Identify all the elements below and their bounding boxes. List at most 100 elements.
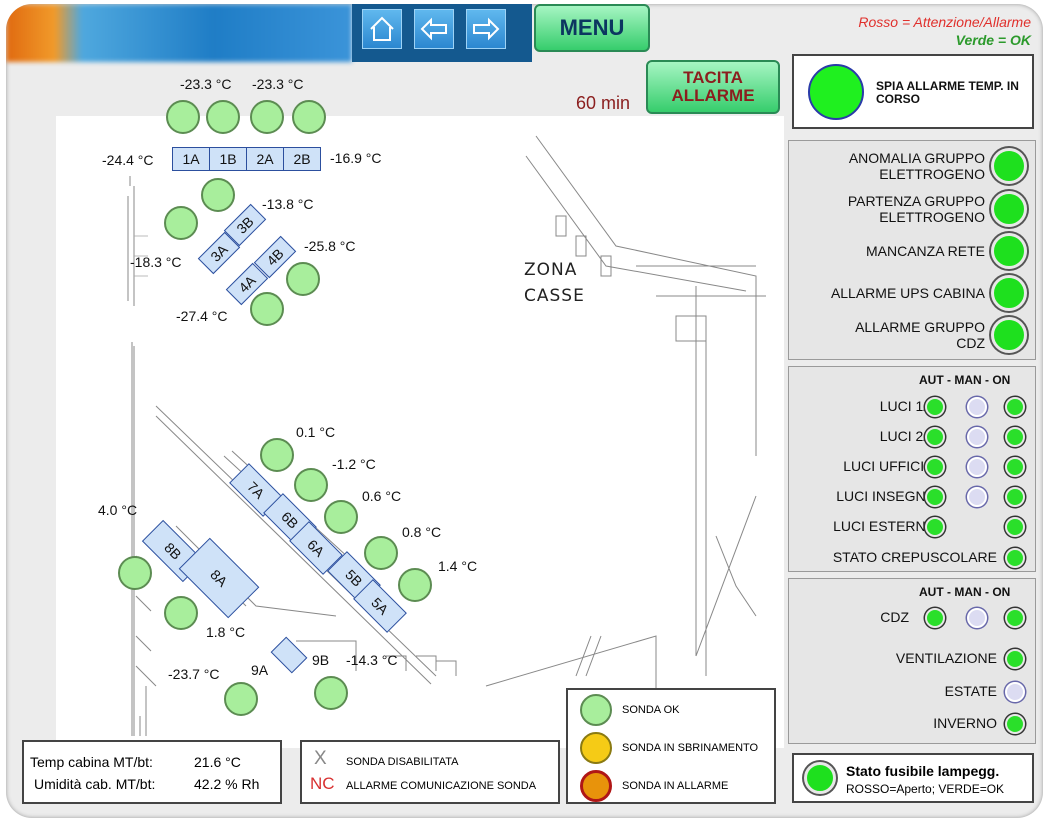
arrow-left-icon	[420, 17, 447, 41]
silence-alarm-line2: ALLARME	[671, 86, 755, 105]
lights-insegne-man-led[interactable]	[967, 487, 987, 507]
temp-8B: 4.0 °C	[98, 502, 138, 518]
lights-ufficio-man-led[interactable]	[967, 457, 987, 477]
lights-esterne-on-led[interactable]	[1005, 517, 1025, 537]
zone-label-2: CASSE	[524, 286, 585, 306]
floor-plan-lines	[127, 135, 766, 736]
lights-insegne-on-led[interactable]	[1005, 487, 1025, 507]
lights-label-esterne: LUCI ESTERNE	[833, 518, 935, 534]
sensor-1A[interactable]	[166, 100, 200, 134]
legend-red-text: Rosso = Attenzione/Allarme	[858, 14, 1031, 30]
cell-9A-label: 9A	[251, 662, 269, 678]
cabin-temp-value: 21.6 °C	[194, 754, 241, 770]
sensor-defrost-label: SONDA IN SBRINAMENTO	[622, 742, 759, 754]
back-button[interactable]	[414, 9, 454, 49]
temperature-alarm-label: SPIA ALLARME TEMP. IN CORSO	[876, 79, 1019, 106]
company-logo	[6, 4, 352, 62]
alarm-label-mancanza-rete: MANCANZA RETE	[865, 243, 985, 259]
twilight-status-label: STATO CREPUSCOLARE	[832, 549, 997, 565]
main-frame: MENU Rosso = Attenzione/Allarme Verde = …	[6, 4, 1043, 818]
lights-2-2-on-led[interactable]	[1005, 427, 1025, 447]
fuse-status-subtitle: ROSSO=Aperto; VERDE=OK	[846, 782, 1005, 796]
cdz-aut-led[interactable]	[925, 608, 945, 628]
probe-nc-label: ALLARME COMUNICAZIONE SONDA	[346, 780, 537, 792]
sensor-8B[interactable]	[118, 556, 152, 590]
sensor-legend: SONDA OK SONDA IN SBRINAMENTO SONDA IN A…	[566, 688, 776, 804]
sensor-ok-swatch	[580, 694, 612, 726]
cdz-man-led[interactable]	[967, 608, 987, 628]
cell-2A[interactable]: 2A	[246, 147, 284, 171]
lights-insegne-aut-led[interactable]	[925, 487, 945, 507]
lights-1-2-aut-led[interactable]	[925, 397, 945, 417]
sensor-5A[interactable]	[398, 568, 432, 602]
probe-legend: X SONDA DISABILITATA NC ALLARME COMUNICA…	[300, 740, 560, 804]
alarm-label-ups: ALLARME UPS CABINA	[830, 285, 985, 301]
alarm-timer: 60 min	[576, 93, 631, 113]
lights-1-2-man-led[interactable]	[967, 397, 987, 417]
temp-4B: -25.8 °C	[304, 238, 356, 254]
sensor-4A[interactable]	[250, 292, 284, 326]
lights-2-2-aut-led[interactable]	[925, 427, 945, 447]
temp-4A: -27.4 °C	[176, 308, 228, 324]
sensor-2A[interactable]	[250, 100, 284, 134]
cell-2B[interactable]: 2B	[283, 147, 321, 171]
sensor-3B[interactable]	[201, 178, 235, 212]
sensor-6A[interactable]	[324, 500, 358, 534]
sensor-defrost-swatch	[580, 732, 612, 764]
home-button[interactable]	[362, 9, 402, 49]
forward-button[interactable]	[466, 9, 506, 49]
summer-led[interactable]	[1005, 682, 1025, 702]
temp-5B: 0.8 °C	[402, 524, 442, 540]
lights-1-2-on-led[interactable]	[1005, 397, 1025, 417]
sensor-4B[interactable]	[286, 262, 320, 296]
home-icon	[370, 16, 394, 41]
alarm-label-gruppo-cdz: ALLARME GRUPPO CDZ	[855, 319, 985, 351]
sensor-9A[interactable]	[224, 682, 258, 716]
winter-led[interactable]	[1005, 714, 1025, 734]
lights-esterne-aut-led[interactable]	[925, 517, 945, 537]
temp-8A: 1.8 °C	[206, 624, 246, 640]
alarm-led-partenza	[991, 191, 1027, 227]
lights-ufficio-aut-led[interactable]	[925, 457, 945, 477]
menu-button[interactable]: MENU	[534, 4, 650, 52]
alarms-panel: ANOMALIA GRUPPO ELETTROGENO PARTENZA GRUP…	[788, 140, 1036, 360]
fuse-status-led	[804, 762, 836, 794]
probe-nc-symbol: NC	[310, 774, 335, 793]
alarm-label-anomalia: ANOMALIA GRUPPO ELETTROGENO	[848, 150, 985, 182]
temp-9B: -14.3 °C	[346, 652, 398, 668]
lights-2-2-man-led[interactable]	[967, 427, 987, 447]
temp-2: -23.3 °C	[252, 76, 304, 92]
sensor-alarm-label: SONDA IN ALLARME	[622, 780, 729, 792]
alarm-led-gruppo-cdz	[991, 317, 1027, 353]
ventilation-led[interactable]	[1005, 649, 1025, 669]
cdz-on-led[interactable]	[1005, 608, 1025, 628]
alarm-led-ups	[991, 275, 1027, 311]
flasher-fuse-status: Stato fusibile lampegg. ROSSO=Aperto; VE…	[792, 753, 1034, 803]
sensor-alarm-swatch	[580, 770, 612, 802]
lights-ufficio-on-led[interactable]	[1005, 457, 1025, 477]
sensor-8A[interactable]	[164, 596, 198, 630]
winter-label: INVERNO	[933, 715, 997, 731]
sensor-9B[interactable]	[314, 676, 348, 710]
temp-3A: -18.3 °C	[130, 254, 182, 270]
alarm-label-partenza: PARTENZA GRUPPO ELETTROGENO	[847, 193, 985, 225]
silence-alarm-button[interactable]: TACITA ALLARME	[646, 60, 780, 114]
temp-1A: -24.4 °C	[102, 152, 154, 168]
sensor-6B[interactable]	[294, 468, 328, 502]
cabin-temp-label: Temp cabina MT/bt:	[30, 754, 153, 770]
sensor-1B[interactable]	[206, 100, 240, 134]
sensor-7A[interactable]	[260, 438, 294, 472]
lights-panel: AUT - MAN - ON LUCI 1/2 LUCI 2/2 LUCI UF…	[788, 366, 1036, 572]
sensor-2B[interactable]	[292, 100, 326, 134]
cell-1B[interactable]: 1B	[209, 147, 247, 171]
temp-2B: -16.9 °C	[330, 150, 382, 166]
cell-9B-label: 9B	[312, 652, 330, 668]
sensor-5B[interactable]	[364, 536, 398, 570]
lights-label-insegne: LUCI INSEGNE	[836, 488, 935, 504]
sensor-3A[interactable]	[164, 206, 198, 240]
cabin-humidity-label: Umidità cab. MT/bt:	[34, 776, 156, 792]
twilight-status-led	[1005, 548, 1025, 568]
silence-alarm-line1: TACITA	[683, 68, 743, 87]
cell-1A[interactable]: 1A	[172, 147, 210, 171]
alarm-row-partenza: PARTENZA GRUPPO ELETTROGENO	[791, 188, 1035, 230]
